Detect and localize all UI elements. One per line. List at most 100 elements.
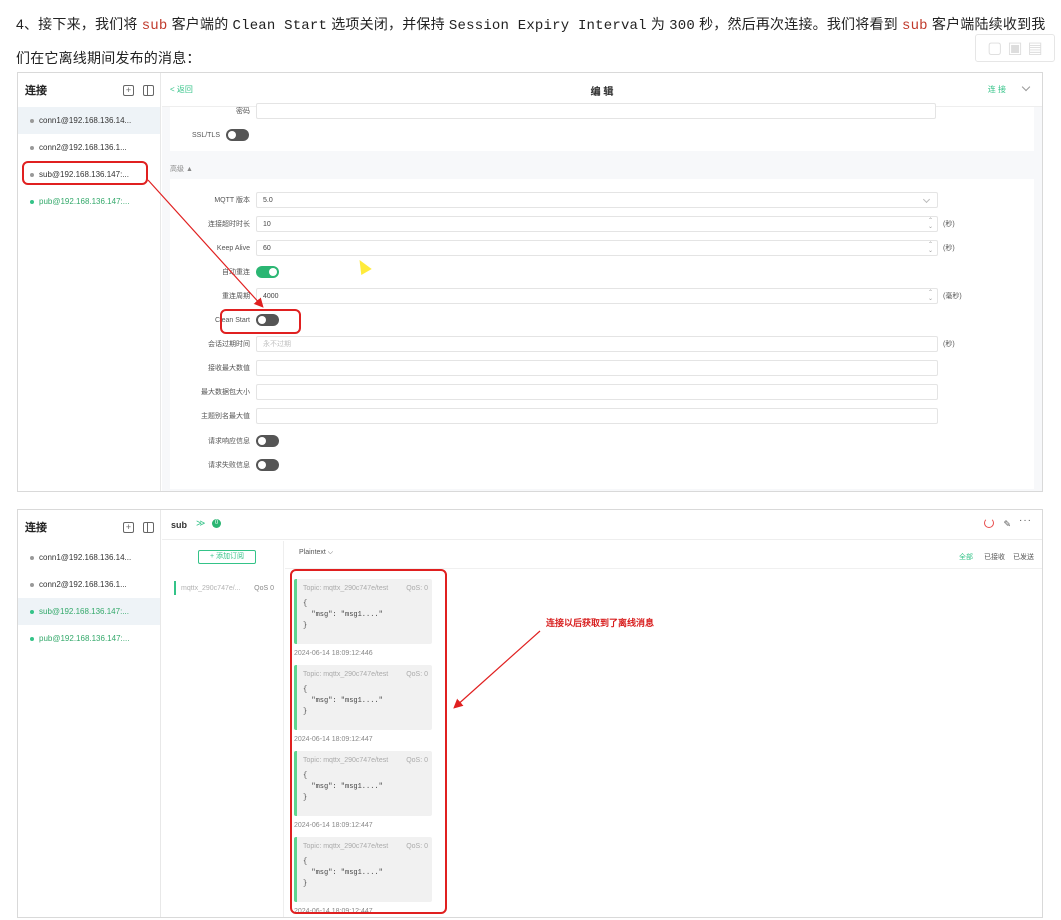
sidebar-item-sub[interactable]: sub@192.168.136.147:...	[18, 598, 160, 625]
auto-reconnect-row: 自动重连	[170, 264, 279, 280]
receive-maximum-label: 接收最大数值	[208, 365, 250, 372]
advanced-section-toggle[interactable]: 高级 ▲	[170, 164, 193, 174]
connection-label: conn1@192.168.136.14...	[39, 116, 132, 125]
connection-label: pub@192.168.136.147:...	[39, 634, 130, 643]
password-label: 密码	[236, 108, 250, 115]
session-expiry-label: 会话过期时间	[208, 341, 250, 348]
payload-format-select[interactable]: Plaintext ⌵	[299, 549, 333, 557]
highlight-box-clean-start	[220, 309, 301, 334]
reconnect-period-row: 重连周期 4000 ⌃ ⌄ (毫秒)	[170, 288, 962, 304]
general-settings-card: 密码 SSL/TLS	[170, 103, 1034, 151]
add-connection-icon[interactable]: +	[123, 84, 134, 96]
ssl-label: SSL/TLS	[191, 131, 220, 139]
password-row: 密码	[170, 103, 970, 119]
subscription-qos: QoS 0	[254, 584, 274, 592]
password-field[interactable]	[256, 103, 936, 119]
request-response-row: 请求响应信息	[170, 433, 279, 449]
inline-code: sub	[141, 18, 168, 34]
receive-maximum-row: 接收最大数值	[170, 360, 938, 376]
connection-label: pub@192.168.136.147:...	[39, 197, 130, 206]
sidebar-item-conn2[interactable]: conn2@192.168.136.1...	[18, 571, 160, 598]
add-subscription-button[interactable]: + 添加订阅	[198, 550, 256, 564]
intro-text: 选项关闭，并保持	[331, 16, 445, 32]
request-problem-toggle[interactable]	[256, 459, 279, 471]
filter-received-tab[interactable]: 已接收	[984, 552, 1005, 562]
auto-reconnect-toggle[interactable]	[256, 266, 279, 278]
unit-label: (毫秒)	[943, 293, 962, 300]
reconnect-period-value: 4000	[263, 292, 279, 300]
session-expiry-row: 会话过期时间 永不过期 (秒)	[170, 336, 955, 352]
more-icon[interactable]: ···	[1019, 515, 1032, 526]
topic-alias-max-input[interactable]	[256, 408, 938, 424]
connect-timeout-input[interactable]: 10 ⌃ ⌄	[256, 216, 938, 232]
subscription-topic: mqttx_290c747e/...	[181, 584, 241, 592]
subscriptions-panel: + 添加订阅 mqttx_290c747e/... QoS 0	[162, 541, 284, 917]
connection-label: conn2@192.168.136.1...	[39, 143, 127, 152]
connection-title: sub	[171, 520, 188, 530]
filter-all-tab[interactable]: 全部	[959, 552, 973, 562]
highlight-box-messages	[290, 569, 447, 914]
max-packet-size-input[interactable]	[256, 384, 938, 400]
sub-topbar: sub ≫ 0 ✎ ···	[162, 510, 1042, 540]
filter-published-tab[interactable]: 已发送	[1013, 552, 1034, 562]
stepper-icon[interactable]: ⌃ ⌄	[928, 218, 933, 230]
ssl-toggle[interactable]	[226, 129, 249, 141]
request-response-toggle[interactable]	[256, 435, 279, 447]
status-dot	[30, 582, 34, 587]
edit-icon[interactable]: ✎	[1003, 519, 1011, 530]
intro-text: 为	[650, 16, 666, 32]
status-dot	[30, 609, 34, 614]
sidebar-item-pub[interactable]: pub@192.168.136.147:...	[18, 625, 160, 652]
chevron-down-icon[interactable]: ≫	[196, 518, 205, 529]
chevron-down-icon	[922, 195, 931, 204]
status-dot	[30, 199, 34, 204]
advanced-settings-card: MQTT 版本 5.0 连接超时时长 10 ⌃ ⌄ (秒) Keep Alive 6…	[170, 179, 1034, 489]
connection-label: conn1@192.168.136.14...	[39, 553, 132, 562]
receive-maximum-input[interactable]	[256, 360, 938, 376]
status-dot	[30, 118, 34, 123]
mqtt-version-select[interactable]: 5.0	[256, 192, 938, 208]
stepper-icon[interactable]: ⌃ ⌄	[928, 290, 933, 302]
intro-text: 秒，然后再次连接。我们将看到	[699, 16, 898, 32]
unit-label: (秒)	[943, 341, 955, 348]
watermark-logo: ▢ ▣ ▤	[975, 34, 1055, 62]
sidebar-header: 连接 +	[18, 510, 160, 544]
sidebar-title: 连接	[25, 522, 47, 534]
session-expiry-input[interactable]: 永不过期	[256, 336, 938, 352]
keep-alive-label: Keep Alive	[216, 244, 250, 252]
add-connection-icon[interactable]: +	[123, 521, 134, 533]
sidebar-item-conn1[interactable]: conn1@192.168.136.14...	[18, 107, 160, 134]
panel-icon[interactable]	[143, 521, 154, 533]
connect-timeout-value: 10	[263, 220, 271, 228]
max-packet-size-label: 最大数据包大小	[201, 389, 250, 396]
power-icon[interactable]	[984, 518, 994, 528]
topic-alias-max-label: 主题别名最大值	[201, 413, 250, 420]
keep-alive-input[interactable]: 60 ⌃ ⌄	[256, 240, 938, 256]
sidebar-item-conn1[interactable]: conn1@192.168.136.14...	[18, 544, 160, 571]
connect-timeout-label: 连接超时时长	[208, 221, 250, 228]
request-response-label: 请求响应信息	[208, 438, 250, 445]
page-title: 编 辑	[590, 87, 614, 98]
connection-label: sub@192.168.136.147:...	[39, 607, 129, 616]
stepper-icon[interactable]: ⌃ ⌄	[928, 242, 933, 254]
unit-label: (秒)	[943, 245, 955, 252]
sidebar-item-conn2[interactable]: conn2@192.168.136.1...	[18, 134, 160, 161]
request-problem-row: 请求失败信息	[170, 457, 279, 473]
edit-connection-screenshot: 连接 + conn1@192.168.136.14... conn2@192.1…	[17, 72, 1043, 492]
subscription-item[interactable]: mqttx_290c747e/... QoS 0	[174, 581, 278, 595]
sidebar-item-pub[interactable]: pub@192.168.136.147:...	[18, 188, 160, 215]
inline-code: 300	[669, 18, 695, 34]
ssl-row: SSL/TLS	[140, 127, 249, 143]
inline-code: Session Expiry Interval	[448, 18, 647, 34]
session-expiry-placeholder: 永不过期	[263, 341, 291, 348]
status-dot	[30, 145, 34, 150]
edit-topbar: < 返回 编 辑 连 接	[162, 73, 1042, 107]
status-dot	[30, 636, 34, 641]
topic-alias-max-row: 主题别名最大值	[170, 408, 938, 424]
reconnect-period-input[interactable]: 4000 ⌃ ⌄	[256, 288, 938, 304]
panel-icon[interactable]	[143, 84, 154, 96]
instruction-text: 4、接下来，我们将 sub 客户端的 Clean Start 选项关闭，并保持 …	[16, 8, 1056, 74]
intro-text: 客户端的	[171, 16, 229, 32]
inline-code: sub	[901, 18, 928, 34]
connect-button[interactable]: 连 接	[988, 84, 1006, 95]
